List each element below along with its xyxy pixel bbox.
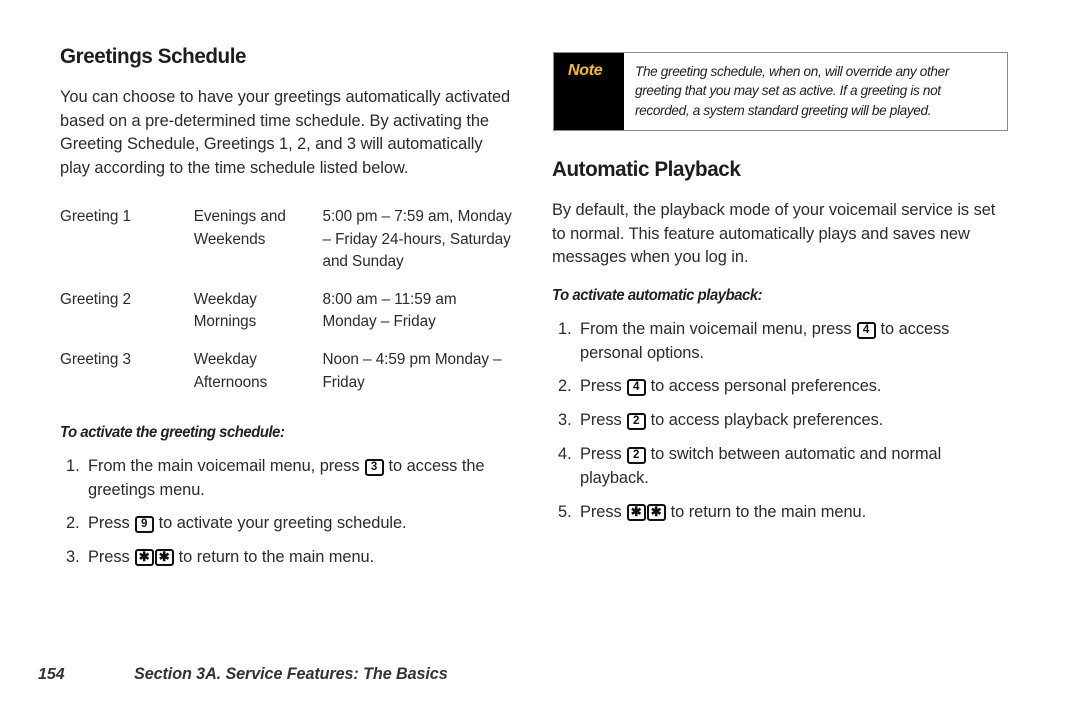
table-row: Greeting 3 Weekday Afternoons Noon – 4:5… [60, 349, 512, 393]
table-row: Greeting 1 Evenings and Weekends 5:00 pm… [60, 206, 512, 289]
schedule-greeting-label: Greeting 1 [60, 208, 131, 226]
list-item: Press 2 to access playback preferences. [558, 409, 884, 433]
list-item: Press 2 to switch between automatic and … [558, 443, 942, 487]
schedule-times-label: 5:00 pm – 7:59 am, Monday – Friday 24-ho… [322, 208, 512, 270]
automatic-playback-lead-in: To activate automatic playback: [552, 286, 763, 304]
schedule-times-label: 8:00 am – 11:59 am Monday – Friday [322, 290, 457, 331]
schedule-period-label: Weekday Mornings [193, 290, 257, 331]
page-title-greetings-schedule: Greetings Schedule [60, 44, 247, 68]
schedule-period-label: Evenings and Weekends [193, 208, 286, 248]
right-column: Automatic Playback By default, the playb… [552, 44, 1012, 524]
list-item: From the main voicemail menu, press 4 to… [558, 318, 950, 362]
list-item: Press ✱ ✱ to return to the main menu. [558, 501, 867, 525]
schedule-times-label: Noon – 4:59 pm Monday – Friday [322, 351, 502, 391]
automatic-playback-intro-paragraph: By default, the playback mode of your vo… [552, 201, 996, 267]
key-star-icon: ✱ [134, 549, 154, 567]
page-footer: 154 Section 3A. Service Features: The Ba… [38, 665, 448, 684]
automatic-playback-steps-list: From the main voicemail menu, press 4 to… [552, 318, 1012, 525]
greetings-schedule-table: Greeting 1 Evenings and Weekends 5:00 pm… [60, 206, 512, 393]
list-item: From the main voicemail menu, press 3 to… [66, 455, 485, 499]
key-9-icon: 9 [134, 516, 154, 534]
schedule-period-label: Weekday Afternoons [193, 351, 268, 391]
footer-section-title: Section 3A. Service Features: The Basics [134, 665, 448, 683]
manual-page: Greetings Schedule You can choose to hav… [0, 0, 1080, 720]
list-item: Press ✱ ✱ to return to the main menu. [66, 546, 375, 570]
footer-page-number: 154 [38, 666, 65, 683]
schedule-greeting-label: Greeting 2 [60, 290, 131, 308]
key-2-icon: 2 [626, 413, 646, 431]
key-2-icon: 2 [626, 446, 646, 464]
table-row: Greeting 2 Weekday Mornings 8:00 am – 11… [60, 289, 512, 349]
key-star-icon: ✱ [646, 503, 666, 521]
schedule-greeting-label: Greeting 3 [60, 351, 131, 369]
list-item: Press 9 to activate your greeting schedu… [66, 512, 407, 536]
key-star-icon: ✱ [626, 503, 646, 521]
list-item: Press 4 to access personal preferences. [558, 375, 882, 399]
greetings-schedule-intro-paragraph: You can choose to have your greetings au… [60, 88, 511, 177]
greeting-schedule-lead-in: To activate the greeting schedule: [60, 423, 285, 441]
page-title-automatic-playback: Automatic Playback [552, 157, 741, 181]
key-star-icon: ✱ [154, 549, 174, 567]
key-4-icon: 4 [856, 321, 876, 339]
note-box-spacer [552, 44, 1012, 157]
key-3-icon: 3 [364, 458, 384, 476]
left-column: Greetings Schedule You can choose to hav… [60, 44, 512, 570]
key-4-icon: 4 [626, 379, 646, 397]
schedule-table-body: Greeting 1 Evenings and Weekends 5:00 pm… [60, 206, 512, 393]
greeting-schedule-steps-list: From the main voicemail menu, press 3 to… [60, 455, 512, 570]
